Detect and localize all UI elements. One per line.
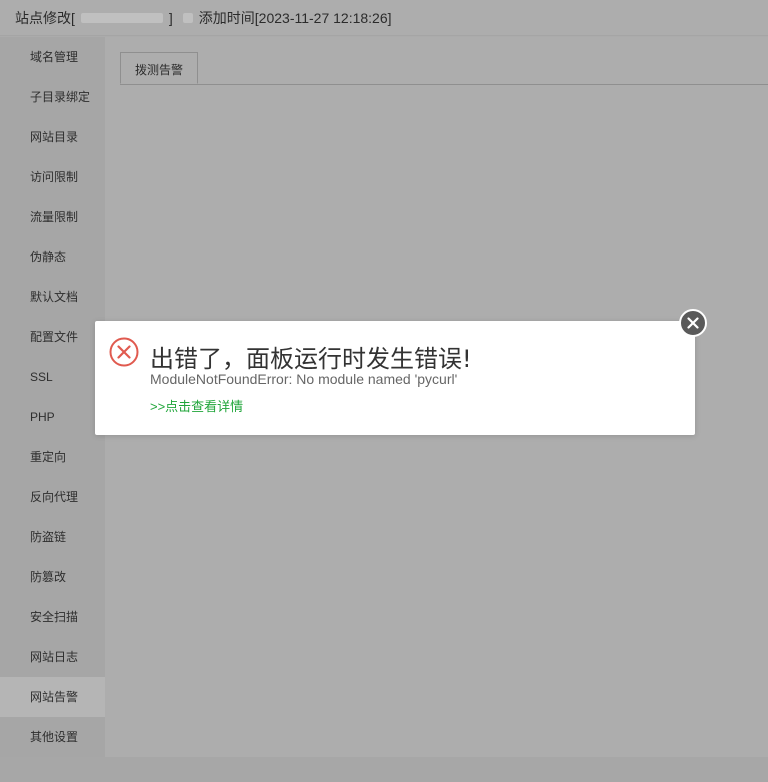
redacted-site-name xyxy=(80,12,163,23)
error-title: 出错了，面板运行时发生错误! xyxy=(150,345,472,373)
sidebar-item-traffic-limit[interactable]: 流量限制 xyxy=(0,197,105,237)
sidebar-item-site-alert[interactable]: 网站告警 xyxy=(0,677,105,717)
sidebar-item-domain[interactable]: 域名管理 xyxy=(0,37,105,77)
title-bracket: ] xyxy=(168,9,173,26)
sidebar-item-security-scan[interactable]: 安全扫描 xyxy=(0,597,105,637)
close-icon xyxy=(687,317,699,329)
error-x-circle-icon xyxy=(109,337,139,367)
tab-bar: 拨测告警 xyxy=(120,52,768,85)
sidebar-item-site-log[interactable]: 网站日志 xyxy=(0,637,105,677)
tab-probe-alert[interactable]: 拨测告警 xyxy=(120,52,199,84)
close-dialog-button[interactable] xyxy=(679,309,707,337)
redacted-fragment xyxy=(182,12,193,23)
sidebar-item-redirect[interactable]: 重定向 xyxy=(0,437,105,477)
sidebar-item-hotlink-protect[interactable]: 防盗链 xyxy=(0,517,105,557)
sidebar-item-php[interactable]: PHP xyxy=(0,397,105,437)
sidebar-item-ssl[interactable]: SSL xyxy=(0,357,105,397)
sidebar-item-site-directory[interactable]: 网站目录 xyxy=(0,117,105,157)
title-prefix: 站点修改[ xyxy=(15,9,75,26)
sidebar-item-access-limit[interactable]: 访问限制 xyxy=(0,157,105,197)
sidebar-item-reverse-proxy[interactable]: 反向代理 xyxy=(0,477,105,517)
sidebar-item-subdir-binding[interactable]: 子目录绑定 xyxy=(0,77,105,117)
bottom-strip xyxy=(0,757,768,782)
view-details-link[interactable]: >>点击查看详情 xyxy=(150,396,243,415)
sidebar-item-other-settings[interactable]: 其他设置 xyxy=(0,717,105,757)
title-added-time: 添加时间[2023-11-27 12:18:26] xyxy=(198,9,392,26)
error-dialog: 出错了，面板运行时发生错误! ModuleNotFoundError: No m… xyxy=(95,321,695,435)
sidebar-item-default-doc[interactable]: 默认文档 xyxy=(0,277,105,317)
settings-sidebar: 域名管理 子目录绑定 网站目录 访问限制 流量限制 伪静态 默认文档 配置文件 … xyxy=(0,37,105,757)
sidebar-item-rewrite[interactable]: 伪静态 xyxy=(0,237,105,277)
sidebar-item-config-file[interactable]: 配置文件 xyxy=(0,317,105,357)
sidebar-item-tamper-protect[interactable]: 防篡改 xyxy=(0,557,105,597)
window-titlebar: 站点修改[ ] 添加时间[2023-11-27 12:18:26] xyxy=(0,0,768,36)
error-message: ModuleNotFoundError: No module named 'py… xyxy=(150,371,458,387)
